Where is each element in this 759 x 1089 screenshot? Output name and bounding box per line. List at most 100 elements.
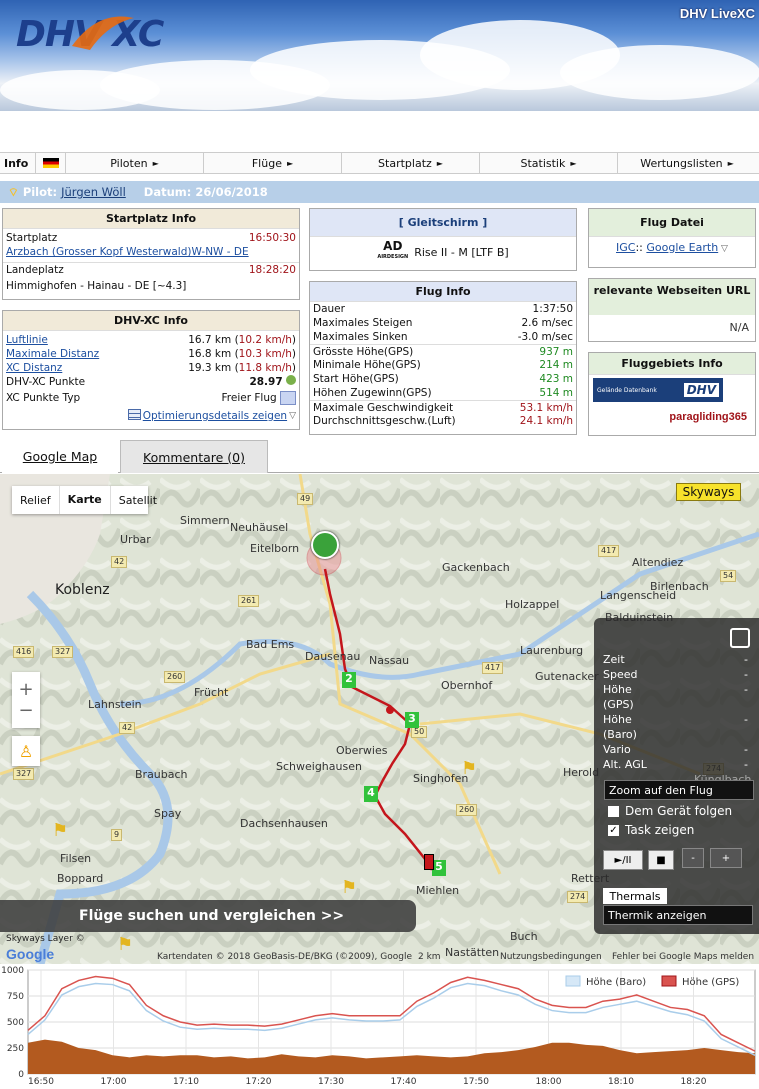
panel-field-value: - (744, 653, 748, 666)
pegman-icon[interactable]: ♙ (12, 736, 40, 766)
nav-piloten[interactable]: Piloten ► (66, 153, 204, 173)
takeoff-flag-icon[interactable]: ⚑ (461, 758, 477, 779)
takeoff-flag-icon[interactable]: ⚑ (52, 820, 68, 841)
start-site-link[interactable]: Arzbach (Grosser Kopf Westerwald)W-NW - … (6, 245, 249, 259)
play-pause-button[interactable]: ►/II (603, 850, 643, 870)
waypoint-2[interactable]: 2 (342, 672, 356, 688)
waypoint-3[interactable]: 3 (405, 712, 419, 728)
road-number-label: 49 (297, 493, 314, 505)
map-place-label: Dausenau (305, 650, 361, 663)
dhv-xc-logo[interactable]: DHV XC (16, 14, 164, 55)
gelaende-datenbank-link[interactable]: Gelände Datenbank DHV (593, 378, 723, 402)
map-type-control: Relief Karte Satellit (12, 486, 157, 514)
road-number-label: 42 (111, 556, 128, 568)
nav-fluege[interactable]: Flüge ► (204, 153, 342, 173)
follow-device-checkbox[interactable]: Dem Gerät folgen (608, 804, 732, 818)
map-place-label: Dachsenhausen (240, 817, 328, 830)
waypoint-4[interactable]: 4 (364, 786, 378, 802)
thermals-tab[interactable]: Thermals (603, 888, 667, 904)
map-scale: 2 km (418, 952, 441, 962)
x-tick-label: 17:30 (318, 1077, 344, 1087)
pilot-name-link[interactable]: Jürgen Wöll (61, 185, 126, 199)
panel-field-value: - (744, 683, 748, 696)
panel-field-label: Vario (603, 743, 631, 756)
paragliding365-link[interactable]: paragliding365 (589, 411, 755, 423)
chevron-down-icon: ▽ (289, 411, 296, 421)
panel-field-value: - (744, 668, 748, 681)
google-earth-link[interactable]: Google Earth (646, 241, 718, 254)
show-task-checkbox[interactable]: ✓ Task zeigen (608, 823, 694, 837)
nav-info[interactable]: Info (0, 153, 36, 173)
show-thermals-button[interactable]: Thermik anzeigen (603, 905, 753, 925)
flug-info-row: Maximales Steigen 2.6 m/sec (313, 317, 573, 329)
map-place-label: Buch (510, 930, 538, 943)
map-place-label: Eitelborn (250, 542, 300, 555)
main-nav: Info Piloten ► Flüge ► Startplatz ► Statist… (0, 152, 759, 174)
tab-kommentare[interactable]: Kommentare (0) (120, 440, 268, 473)
road-number-label: 416 (13, 646, 35, 658)
maximale-distanz-link[interactable]: Maximale Distanz (6, 347, 99, 361)
map-city-label: Koblenz (55, 582, 110, 598)
panel-field-label: Höhe (603, 683, 632, 696)
nav-statistik[interactable]: Statistik ► (480, 153, 618, 173)
google-logo[interactable]: Google (6, 946, 54, 962)
dhvxc-points-label: DHV-XC Punkte (6, 376, 86, 388)
x-tick-label: 17:10 (173, 1077, 199, 1087)
xc-distanz-link[interactable]: XC Distanz (6, 361, 62, 375)
map-data-credit: Kartendaten © 2018 GeoBasis-DE/BKG (©200… (157, 952, 412, 962)
google-map[interactable]: Simmern Neuhäusel Urbar Eitelborn Gackenbach… (0, 474, 759, 964)
land-site: Himmighofen - Hainau - DE [~4.3] (6, 280, 187, 292)
search-flights-button[interactable]: Flüge suchen und vergleichen >> (0, 900, 416, 932)
fullscreen-icon[interactable] (730, 628, 750, 648)
map-place-label: Filsen (60, 852, 92, 865)
report-error-link[interactable]: Fehler bei Google Maps melden (612, 952, 754, 962)
skyways-button[interactable]: Skyways (676, 483, 741, 501)
igc-link[interactable]: IGC (616, 241, 635, 254)
optimierungsdetails-link[interactable]: Optimierungsdetails zeigen (143, 409, 287, 423)
xc-type-label: XC Punkte Typ (6, 392, 81, 404)
nav-startplatz[interactable]: Startplatz ► (342, 153, 480, 173)
livexc-link[interactable]: DHV LiveXC (680, 6, 755, 21)
map-place-label: Altendiez (632, 556, 684, 569)
start-marker-icon[interactable] (311, 531, 339, 559)
webseiten-value: N/A (729, 321, 749, 334)
map-type-karte[interactable]: Karte (58, 486, 111, 514)
language-flag-icon[interactable] (36, 153, 66, 173)
skyways-layer-credit: Skyways Layer © (6, 934, 85, 944)
zoom-out-button[interactable]: − (18, 700, 33, 721)
flug-info-row: Höhen Zugewinn(GPS) 514 m (313, 387, 573, 399)
map-type-satellit[interactable]: Satellit (111, 494, 165, 507)
nav-wertungslisten[interactable]: Wertungslisten ► (618, 153, 756, 173)
takeoff-flag-icon[interactable]: ⚑ (341, 877, 357, 898)
road-number-label: 54 (720, 570, 737, 582)
map-type-relief[interactable]: Relief (12, 494, 59, 507)
road-number-label: 274 (567, 891, 589, 903)
map-attribution: Google Kartendaten © 2018 GeoBasis-DE/BK… (0, 946, 759, 964)
x-tick-label: 17:40 (391, 1077, 417, 1087)
terms-link[interactable]: Nutzungsbedingungen (500, 952, 602, 962)
header-banner: DHV XC DHV LiveXC (0, 0, 759, 111)
speed-minus-button[interactable]: - (682, 848, 704, 868)
y-tick-label: 750 (7, 992, 24, 1002)
speed-plus-button[interactable]: + (710, 848, 742, 868)
map-place-label: Gackenbach (442, 561, 510, 574)
dhvxc-points: 28.97 (249, 376, 283, 388)
finish-flag-icon[interactable] (424, 854, 434, 870)
flug-info-row: Maximales Sinken -3.0 m/sec (313, 331, 573, 343)
panel-field-value: - (744, 743, 748, 756)
map-place-label: Bad Ems (246, 638, 295, 651)
luftlinie-link[interactable]: Luftlinie (6, 333, 48, 347)
x-tick-label: 17:20 (246, 1077, 272, 1087)
map-place-label: Obernhof (441, 679, 493, 692)
flug-info-row: Dauer 1:37:50 (313, 303, 573, 315)
zoom-to-flight-button[interactable]: Zoom auf den Flug (604, 780, 754, 800)
waypoint-5[interactable]: 5 (432, 860, 446, 876)
tab-google-map[interactable]: Google Map (2, 440, 118, 473)
startplatz-info-title: Startplatz Info (3, 209, 299, 229)
glider-box: [ Gleitschirm ] AD AIRDESIGN Rise II - M … (309, 208, 577, 271)
y-tick-label: 0 (18, 1070, 24, 1080)
flight-player-panel: Zeit - Speed - Höhe - (GPS) Höhe - (Baro) Vario - Al… (594, 618, 759, 934)
glider-model: Rise II - M [LTF B] (414, 245, 509, 259)
zoom-in-button[interactable]: + (18, 679, 33, 700)
stop-button[interactable]: ■ (648, 850, 674, 870)
